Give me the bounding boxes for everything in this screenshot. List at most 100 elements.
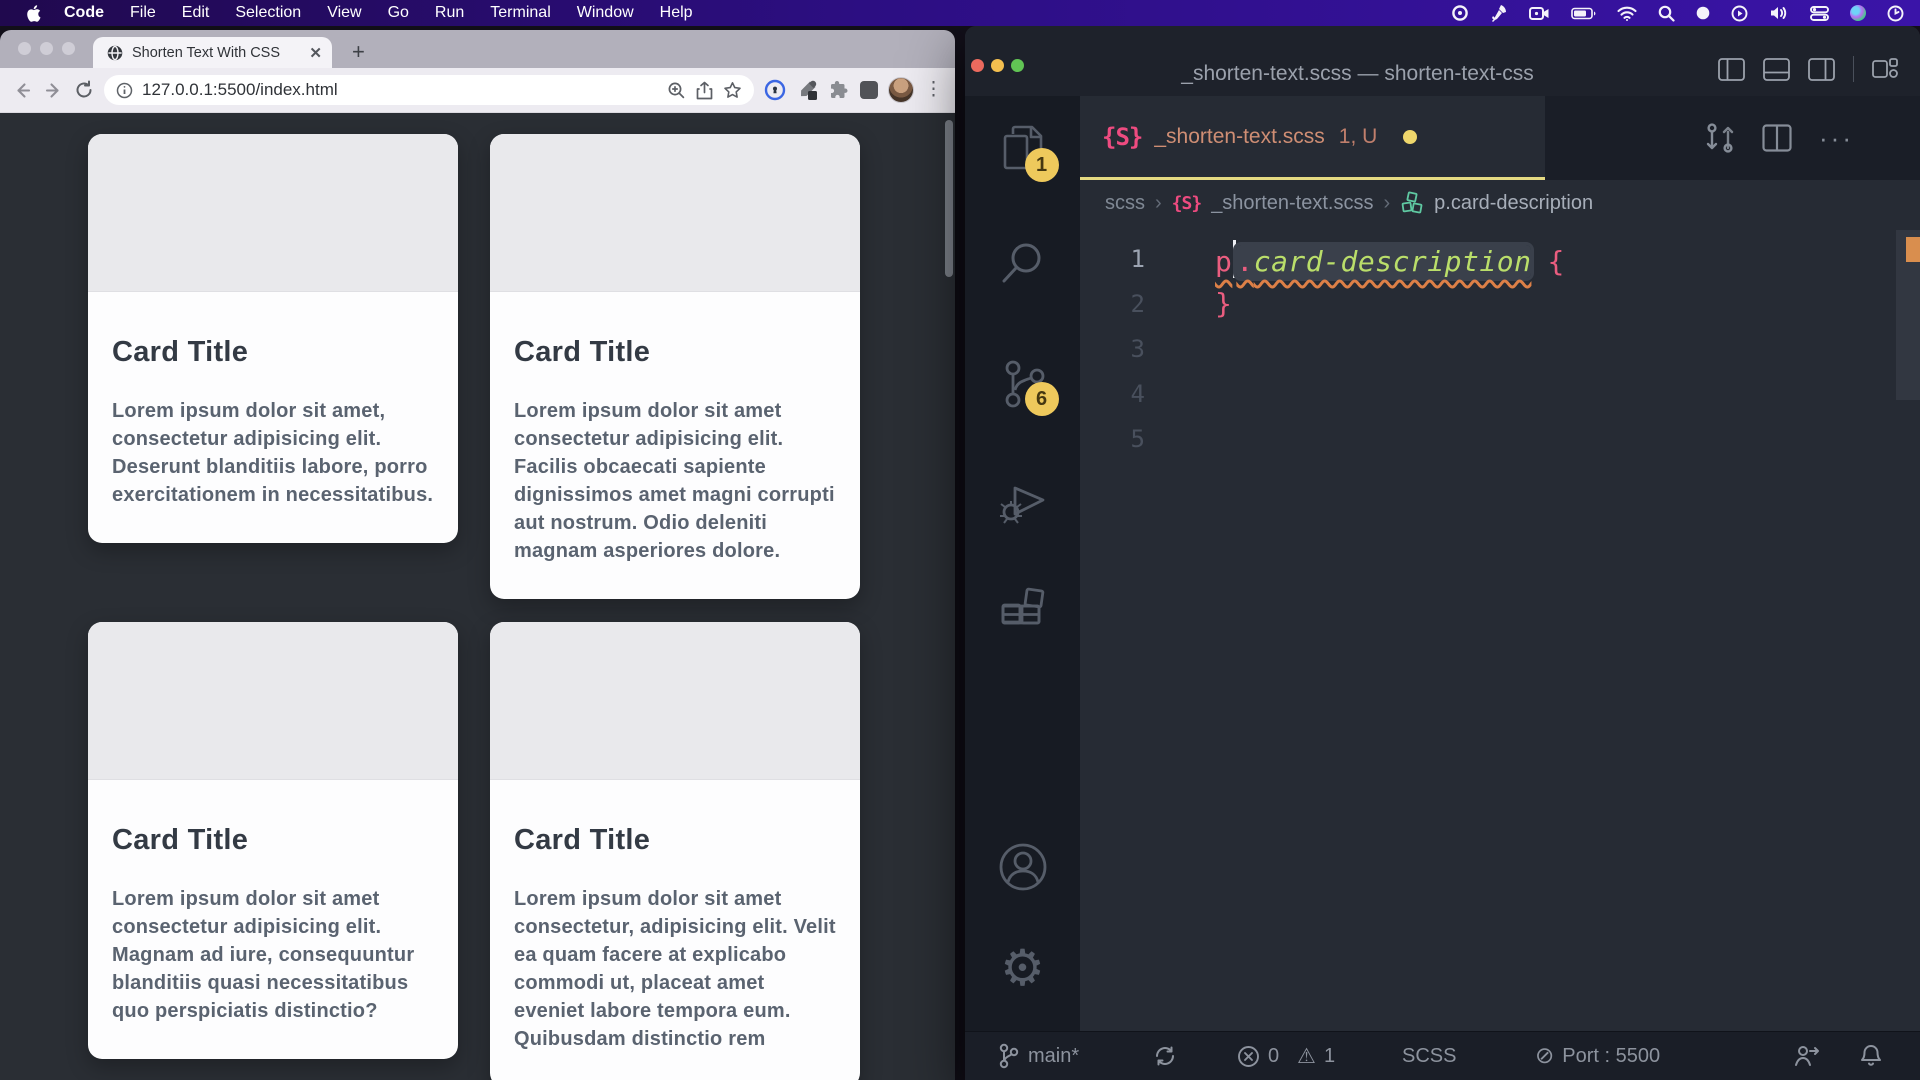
menu-item[interactable]: Go (375, 4, 422, 22)
menu-item[interactable]: View (314, 4, 374, 22)
run-debug-icon (997, 474, 1049, 526)
globe-favicon (107, 45, 123, 61)
vscode-title-bar: _shorten-text.scss — shorten-text-css (965, 26, 1920, 96)
wifi-icon[interactable] (1617, 6, 1637, 21)
language-mode: SCSS (1402, 1045, 1456, 1068)
code-editor[interactable]: 1 p.card-description{ 2 } 3 4 5 (1080, 226, 1920, 1031)
forward-icon[interactable] (43, 80, 64, 101)
breadcrumb-folder[interactable]: scss (1105, 192, 1145, 215)
spotlight-search-icon[interactable] (1658, 5, 1675, 22)
warning-count: 1 (1324, 1045, 1335, 1068)
notifications-status-item[interactable] (1860, 1032, 1882, 1080)
reload-icon[interactable] (74, 80, 94, 100)
breadcrumb-file[interactable]: _shorten-text.scss (1211, 192, 1373, 215)
battery-icon[interactable] (1571, 7, 1596, 20)
share-icon[interactable] (695, 81, 714, 100)
menu-item[interactable]: Edit (169, 4, 223, 22)
bookmark-star-icon[interactable] (723, 81, 742, 100)
apple-icon (26, 5, 41, 22)
browser-window: Shorten Text With CSS ✕ + 127.0.0.1:5500… (0, 30, 955, 1080)
screen-time-icon[interactable] (1731, 5, 1748, 22)
browser-tab[interactable]: Shorten Text With CSS ✕ (93, 37, 332, 68)
titlebar-separator (1853, 56, 1854, 82)
address-bar[interactable]: 127.0.0.1:5500/index.html (104, 75, 754, 105)
volume-icon[interactable] (1769, 5, 1789, 21)
vscode-window: _shorten-text.scss — shorten-text-css 1 … (965, 26, 1920, 1080)
vscode-window-title: _shorten-text.scss — shorten-text-css (965, 62, 1750, 86)
breadcrumb-separator: › (1383, 192, 1390, 215)
browser-window-controls (18, 42, 75, 55)
language-mode-item[interactable]: SCSS (1402, 1032, 1456, 1080)
minimize-window-button[interactable] (40, 42, 53, 55)
profile-avatar[interactable] (888, 77, 914, 103)
card-description: Lorem ipsum dolor sit amet consectetur, … (514, 885, 836, 1053)
siri-icon[interactable] (1850, 5, 1866, 21)
screenshot-extension-icon[interactable] (860, 81, 878, 99)
video-camera-icon[interactable] (1529, 6, 1550, 21)
card-image-placeholder (490, 622, 860, 780)
menu-item[interactable]: Run (422, 4, 477, 22)
menu-item[interactable]: Help (647, 4, 706, 22)
toggle-secondary-sidebar-icon[interactable] (1808, 58, 1835, 81)
editor-tab-label: _shorten-text.scss (1154, 125, 1324, 149)
activity-settings[interactable]: ⚙ (1000, 945, 1045, 991)
apple-menu[interactable] (16, 5, 51, 22)
page-info-icon[interactable] (116, 82, 133, 99)
menu-app-name[interactable]: Code (51, 4, 117, 22)
card-grid: Card Title Lorem ipsum dolor sit amet, c… (88, 134, 860, 1080)
person-feedback-icon (1794, 1044, 1820, 1068)
menu-item[interactable]: File (117, 4, 169, 22)
sync-status-item[interactable] (1153, 1032, 1177, 1080)
zoom-window-button[interactable] (62, 42, 75, 55)
zoom-page-icon[interactable] (667, 81, 686, 100)
line-number: 3 (1080, 335, 1175, 363)
split-editor-icon[interactable] (1762, 124, 1792, 152)
problems-status-item[interactable]: 0 ⚠ 1 (1237, 1032, 1335, 1080)
editor-tab[interactable]: {S} _shorten-text.scss 1, U (1080, 96, 1545, 180)
code-line: 4 (1080, 371, 1920, 416)
control-center-icon[interactable] (1810, 6, 1829, 21)
color-picker-extension-icon[interactable] (796, 79, 818, 101)
card-title: Card Title (112, 336, 434, 369)
password-manager-extension-icon[interactable] (764, 79, 786, 101)
activity-run-debug[interactable] (997, 474, 1049, 526)
browser-tab-title: Shorten Text With CSS (132, 45, 300, 61)
close-window-button[interactable] (18, 42, 31, 55)
line-number: 1 (1080, 245, 1175, 273)
customize-layout-icon[interactable] (1872, 57, 1898, 81)
page-scrollbar[interactable] (945, 120, 953, 277)
compare-changes-icon[interactable] (1705, 122, 1735, 154)
error-icon (1237, 1045, 1260, 1068)
open-brace: { (1547, 245, 1564, 278)
breadcrumb-symbol[interactable]: p.card-description (1434, 192, 1593, 215)
activity-extensions[interactable] (998, 586, 1048, 636)
activity-accounts[interactable] (997, 841, 1049, 893)
modified-dot-icon[interactable] (1403, 130, 1417, 144)
activity-search[interactable] (999, 238, 1047, 286)
menu-item[interactable]: Selection (222, 4, 314, 22)
toggle-panel-icon[interactable] (1763, 58, 1790, 81)
screen-record-icon[interactable] (1451, 4, 1469, 22)
browser-menu-icon[interactable]: ⋮ (924, 87, 943, 93)
activity-explorer[interactable]: 1 (999, 124, 1047, 176)
clock-icon[interactable] (1887, 5, 1904, 22)
new-tab-button[interactable]: + (352, 39, 365, 65)
rocket-icon[interactable] (1490, 4, 1508, 22)
feedback-status-item[interactable] (1794, 1032, 1820, 1080)
close-brace: } (1215, 287, 1232, 320)
close-tab-icon[interactable]: ✕ (309, 44, 322, 62)
live-server-port-item[interactable]: ⊘ Port : 5500 (1535, 1032, 1660, 1080)
back-icon[interactable] (12, 80, 33, 101)
menu-status-icons (1451, 4, 1904, 22)
card: Card Title Lorem ipsum dolor sit amet, c… (88, 134, 458, 543)
extensions-puzzle-icon[interactable] (828, 79, 850, 101)
menu-item[interactable]: Terminal (477, 4, 563, 22)
card-image-placeholder (490, 134, 860, 292)
activity-source-control[interactable]: 6 (999, 358, 1047, 410)
status-dot-icon[interactable] (1696, 6, 1710, 20)
more-actions-icon[interactable]: ··· (1819, 135, 1854, 141)
url-text[interactable]: 127.0.0.1:5500/index.html (142, 80, 658, 100)
menu-item[interactable]: Window (564, 4, 647, 22)
branch-status-item[interactable]: main* (998, 1032, 1079, 1080)
toggle-sidebar-icon[interactable] (1718, 58, 1745, 81)
